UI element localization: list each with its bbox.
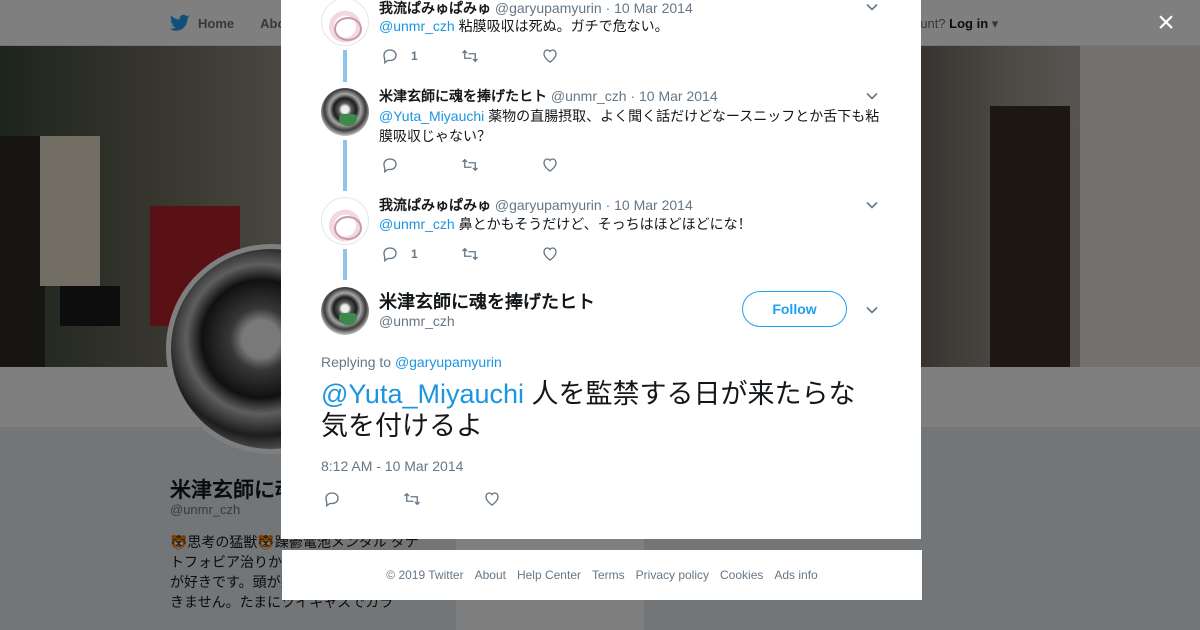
author-handle[interactable]: @garyupamyurin [495,0,602,16]
close-icon[interactable]: × [1152,8,1180,38]
avatar[interactable] [321,197,369,245]
reply-button[interactable] [381,156,461,174]
tweet-date[interactable]: · 10 Mar 2014 [606,197,693,213]
replying-to-link[interactable]: @garyupamyurin [395,354,502,370]
main-tweet-actions [323,490,563,508]
chevron-down-icon[interactable] [865,198,879,212]
author-name[interactable]: 我流ぱみゅぱみゅ [379,197,491,213]
main-author-avatar[interactable] [321,287,369,335]
footer-link-cookies[interactable]: Cookies [720,568,763,582]
heart-icon [543,158,557,172]
tweet-body: 鼻とかもそうだけど、そっちはほどほどにな！ [454,216,752,232]
chevron-down-icon[interactable] [865,0,879,14]
replying-prefix: Replying to [321,354,395,370]
tweet-body: 粘膜吸収は死ぬ。ガチで危ない。 [454,18,669,34]
modal-footer: © 2019 Twitter About Help Center Terms P… [282,550,922,600]
tweet-text: @Yuta_Miyauchi 薬物の直腸摂取、よく聞く話だけどなースニッフとか舌… [379,106,884,146]
mention-link[interactable]: @unmr_czh [379,216,455,232]
mention-link[interactable]: @Yuta_Miyauchi [379,108,484,124]
main-author-name[interactable]: 米津玄師に魂を捧げたヒト [379,288,595,314]
like-button[interactable] [541,245,621,263]
retweet-icon [462,49,478,63]
reply-icon [325,492,339,508]
like-button[interactable] [541,156,621,174]
retweet-button[interactable] [461,156,541,174]
footer-copyright: © 2019 Twitter [386,568,464,582]
reply-count: 1 [411,247,418,261]
retweet-button[interactable] [403,490,483,508]
reply-button[interactable]: 1 [381,245,461,263]
reply-icon [383,247,397,263]
retweet-icon [404,492,420,506]
footer-link-terms[interactable]: Terms [592,568,625,582]
tweet-header: 米津玄師に魂を捧げたヒト @unmr_czh · 10 Mar 2014 [379,86,718,106]
tweet-timestamp[interactable]: 8:12 AM - 10 Mar 2014 [321,458,463,474]
tweet-text: @unmr_czh 粘膜吸収は死ぬ。ガチで危ない。 [379,16,884,36]
heart-icon [543,49,557,63]
reply-icon [383,158,397,174]
main-tweet-text: @Yuta_Miyauchi 人を監禁する日が来たらな気を付けるよ [321,378,881,442]
tweet-date[interactable]: · 10 Mar 2014 [606,0,693,16]
reply-button[interactable] [323,490,403,508]
like-button[interactable] [483,490,563,508]
footer-link-privacy-policy[interactable]: Privacy policy [636,568,709,582]
retweet-icon [462,247,478,261]
author-name[interactable]: 我流ぱみゅぱみゅ [379,0,491,16]
avatar[interactable] [321,0,369,46]
follow-button[interactable]: Follow [742,291,847,327]
author-handle[interactable]: @garyupamyurin [495,197,602,213]
tweet-date[interactable]: · 10 Mar 2014 [630,88,717,104]
chevron-down-icon[interactable] [865,303,879,317]
avatar[interactable] [321,88,369,136]
main-author-handle[interactable]: @unmr_czh [379,313,455,329]
reply-button[interactable]: 1 [381,47,461,65]
heart-icon [485,492,499,506]
thread-line [343,50,347,82]
footer-link-help-center[interactable]: Help Center [517,568,581,582]
retweet-button[interactable] [461,47,541,65]
retweet-icon [462,158,478,172]
footer-link-ads-info[interactable]: Ads info [774,568,817,582]
mention-link[interactable]: @unmr_czh [379,18,455,34]
thread-line [343,140,347,191]
reply-count: 1 [411,49,418,63]
chevron-down-icon[interactable] [865,89,879,103]
tweet-text: @unmr_czh 鼻とかもそうだけど、そっちはほどほどにな！ [379,214,884,234]
replying-to-line: Replying to @garyupamyurin [321,354,502,370]
author-handle[interactable]: @unmr_czh [551,88,627,104]
retweet-button[interactable] [461,245,541,263]
tweet-header: 我流ぱみゅぱみゅ @garyupamyurin · 10 Mar 2014 [379,195,693,215]
mention-link[interactable]: @Yuta_Miyauchi [321,379,524,409]
reply-icon [383,49,397,65]
tweet-actions [381,156,621,174]
like-button[interactable] [541,47,621,65]
tweet-actions: 1 [381,245,621,263]
author-name[interactable]: 米津玄師に魂を捧げたヒト [379,88,547,104]
tweet-modal: 我流ぱみゅぱみゅ @garyupamyurin · 10 Mar 2014 @u… [281,0,921,539]
tweet-actions: 1 [381,47,621,65]
heart-icon [543,247,557,261]
footer-link-about[interactable]: About [475,568,506,582]
thread-line [343,249,347,280]
